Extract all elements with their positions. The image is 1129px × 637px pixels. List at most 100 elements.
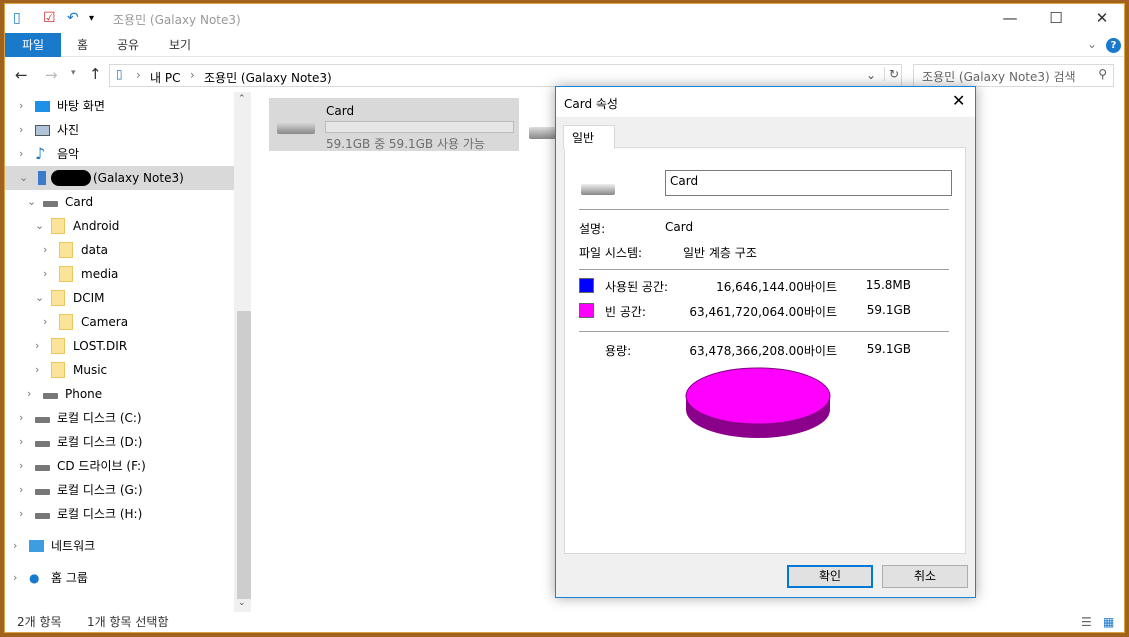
recent-locations-icon[interactable]: ▾ xyxy=(71,68,76,78)
cd-drive-icon xyxy=(35,465,50,471)
drive-icon xyxy=(35,417,50,423)
used-space-swatch xyxy=(579,278,594,293)
search-icon: ⚲ xyxy=(1098,67,1107,81)
help-icon[interactable]: ? xyxy=(1106,38,1121,53)
chevron-right-icon[interactable]: › xyxy=(19,454,29,478)
nav-item[interactable]: › Camera xyxy=(5,310,234,334)
back-button[interactable]: ← xyxy=(15,66,28,84)
drive-icon xyxy=(43,201,58,207)
address-dropdown-icon[interactable]: ⌄ xyxy=(866,68,876,82)
chevron-right-icon[interactable]: › xyxy=(13,566,23,590)
close-button[interactable]: ✕ xyxy=(1079,4,1125,34)
drive-name: Card xyxy=(326,104,355,118)
address-bar[interactable]: ▯ › 내 PC › 조용민 (Galaxy Note3) ⌄ ↻ xyxy=(109,64,902,87)
nav-item[interactable]: › media xyxy=(5,262,234,286)
minimize-button[interactable]: — xyxy=(987,4,1033,34)
nav-item[interactable]: › 로컬 디스크 (H:) xyxy=(5,502,234,526)
nav-item-label: Phone xyxy=(65,387,103,401)
chevron-right-icon[interactable]: › xyxy=(19,478,29,502)
nav-item-label: 음악 xyxy=(57,147,80,161)
chevron-down-icon[interactable]: ⌄ xyxy=(35,214,45,238)
tab-file[interactable]: 파일 xyxy=(5,33,61,57)
tab-general[interactable]: 일반 xyxy=(563,125,615,149)
chevron-right-icon[interactable]: › xyxy=(13,534,23,558)
nav-item-label: CD 드라이브 (F:) xyxy=(57,459,146,473)
breadcrumb-separator-icon[interactable]: › xyxy=(190,68,195,82)
details-view-icon[interactable]: ☰ xyxy=(1081,610,1092,634)
nav-item-label: 사진 xyxy=(57,123,80,137)
nav-item[interactable]: › Music xyxy=(5,358,234,382)
chevron-right-icon[interactable]: › xyxy=(27,382,37,406)
nav-item[interactable]: › CD 드라이브 (F:) xyxy=(5,454,234,478)
nav-item-label: 네트워크 xyxy=(51,539,96,553)
properties-icon[interactable]: ☑ xyxy=(43,10,56,26)
nav-item[interactable]: ⌄ (Galaxy Note3) xyxy=(5,166,234,190)
chevron-down-icon[interactable]: ⌄ xyxy=(19,166,29,190)
chevron-right-icon[interactable]: › xyxy=(19,502,29,526)
pie-slice-free xyxy=(685,367,831,425)
chevron-right-icon[interactable]: › xyxy=(43,310,53,334)
nav-item[interactable]: › 바탕 화면 xyxy=(5,94,234,118)
capacity-label: 용량: xyxy=(605,344,632,358)
chevron-right-icon[interactable]: › xyxy=(43,238,53,262)
chevron-right-icon[interactable]: › xyxy=(19,94,29,118)
breadcrumb-this-pc[interactable]: 내 PC xyxy=(150,69,180,86)
chevron-right-icon[interactable]: › xyxy=(19,118,29,142)
ribbon: 파일 홈 공유 보기 ⌄ ? xyxy=(5,33,1124,57)
chevron-right-icon[interactable]: › xyxy=(35,358,45,382)
drive-tile-card[interactable]: Card 59.1GB 중 59.1GB 사용 가능 xyxy=(269,98,519,151)
tab-share[interactable]: 공유 xyxy=(103,33,153,57)
nav-item[interactable]: › data xyxy=(5,238,234,262)
nav-item[interactable]: ⌄ Android xyxy=(5,214,234,238)
up-button[interactable]: ↑ xyxy=(89,65,102,83)
nav-item[interactable]: › LOST.DIR xyxy=(5,334,234,358)
customize-dropdown-icon[interactable]: ▾ xyxy=(89,13,94,24)
undo-icon[interactable]: ↶ xyxy=(67,10,79,26)
cancel-button[interactable]: 취소 xyxy=(882,565,968,588)
divider xyxy=(579,269,949,270)
chevron-right-icon[interactable]: › xyxy=(19,142,29,166)
expand-ribbon-icon[interactable]: ⌄ xyxy=(1087,37,1097,51)
window-title: 조용민 (Galaxy Note3) xyxy=(113,13,241,27)
maximize-button[interactable]: ☐ xyxy=(1033,4,1079,34)
chevron-right-icon[interactable]: › xyxy=(43,262,53,286)
breadcrumb-device[interactable]: 조용민 (Galaxy Note3) xyxy=(204,69,332,86)
nav-item[interactable]: › 사진 xyxy=(5,118,234,142)
phone-icon: ▯ xyxy=(116,67,123,81)
nav-item[interactable]: › 로컬 디스크 (G:) xyxy=(5,478,234,502)
nav-item[interactable]: › 로컬 디스크 (C:) xyxy=(5,406,234,430)
nav-item[interactable]: › ♪ 음악 xyxy=(5,142,234,166)
scroll-down-icon[interactable]: ⌄ xyxy=(238,598,246,608)
chevron-right-icon[interactable]: › xyxy=(35,334,45,358)
dialog-close-button[interactable]: ✕ xyxy=(952,91,965,110)
forward-button[interactable]: → xyxy=(45,66,58,84)
drive-name-input[interactable]: Card xyxy=(665,170,952,196)
nav-item-label: DCIM xyxy=(73,291,105,305)
folder-icon xyxy=(51,290,65,306)
chevron-right-icon[interactable]: › xyxy=(19,406,29,430)
drive-free-text: 59.1GB 중 59.1GB 사용 가능 xyxy=(326,137,485,151)
chevron-right-icon[interactable]: › xyxy=(19,430,29,454)
scroll-up-icon[interactable]: ⌃ xyxy=(238,94,246,104)
capacity-size: 59.1GB xyxy=(866,342,911,356)
search-input[interactable]: 조용민 (Galaxy Note3) 검색 ⚲ xyxy=(913,64,1114,87)
nav-item[interactable]: › 네트워크 xyxy=(5,534,234,558)
nav-item[interactable]: › ● 홈 그룹 xyxy=(5,566,234,590)
nav-item[interactable]: › Phone xyxy=(5,382,234,406)
filesystem-value: 일반 계층 구조 xyxy=(683,246,757,260)
nav-item[interactable]: › 로컬 디스크 (D:) xyxy=(5,430,234,454)
nav-item[interactable]: ⌄ Card xyxy=(5,190,234,214)
nav-item[interactable]: ⌄ DCIM xyxy=(5,286,234,310)
scrollbar-thumb[interactable] xyxy=(237,311,251,599)
drive-icon xyxy=(35,489,50,495)
tab-home[interactable]: 홈 xyxy=(63,33,102,57)
tab-view[interactable]: 보기 xyxy=(155,33,205,57)
chevron-down-icon[interactable]: ⌄ xyxy=(27,190,37,214)
large-icons-view-icon[interactable]: ▦ xyxy=(1103,610,1114,634)
folder-icon xyxy=(59,242,73,258)
breadcrumb-separator-icon[interactable]: › xyxy=(136,68,141,82)
refresh-icon[interactable]: ↻ xyxy=(884,67,899,81)
nav-item-label: Card xyxy=(65,195,94,209)
chevron-down-icon[interactable]: ⌄ xyxy=(35,286,45,310)
ok-button[interactable]: 확인 xyxy=(787,565,873,588)
